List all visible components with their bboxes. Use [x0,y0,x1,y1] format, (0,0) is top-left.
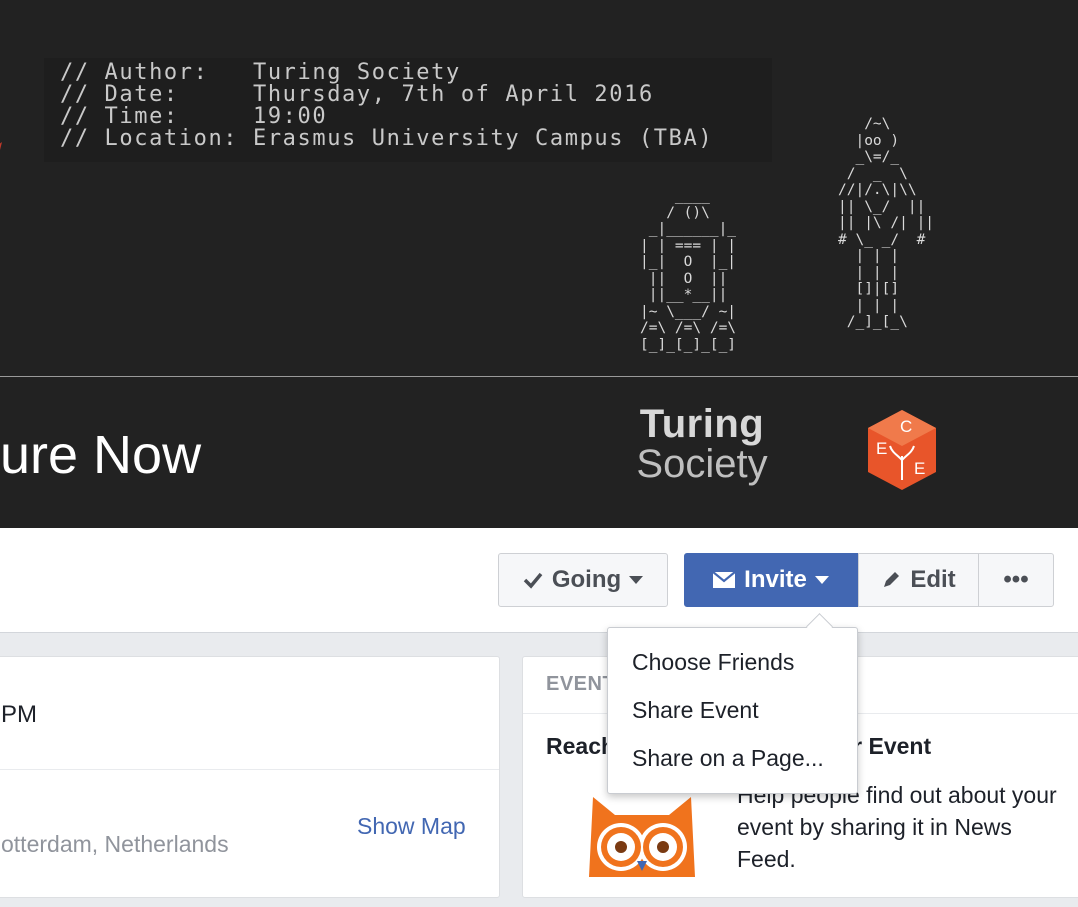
show-map-link[interactable]: Show Map [357,813,466,840]
more-label: ••• [1003,566,1029,593]
chevron-down-icon [629,576,644,584]
going-button[interactable]: Going [498,553,668,607]
cee-letter: C [900,417,912,436]
promo-heading-left: Reach [546,733,616,759]
going-label: Going [551,566,622,593]
chevron-down-icon [814,576,829,584]
event-location-text: otterdam, Netherlands [1,831,229,857]
logo-line-2: Society [636,442,768,486]
cover-code-block: // Author: Turing Society // Date: Thurs… [44,58,772,162]
event-cover-photo: // Author: Turing Society // Date: Thurs… [0,0,1078,528]
event-time-text: PM [1,701,37,728]
promo-card-header: EVENT [546,673,616,695]
edit-label: Edit [910,566,956,593]
invite-dropdown-menu: Choose Friends Share Event Share on a Pa… [607,613,858,794]
code-line: // Location: Erasmus University Campus (… [60,126,714,151]
edit-button[interactable]: Edit [858,553,979,607]
menu-item-choose-friends[interactable]: Choose Friends [608,648,857,696]
event-details-card: PM otterdam, Netherlands Show Map [0,656,500,898]
cee-logo: C E E [868,410,936,490]
owl-illustration-icon [589,797,695,877]
r2d2-ascii-art: ____ / ()\ _|______|_ | | === | | |_| O … [640,188,737,353]
check-icon [523,571,543,589]
logo-line-1: Turing [639,402,765,446]
red-mark-icon [0,142,2,150]
envelope-icon [713,572,736,588]
invite-button[interactable]: Invite [684,553,858,607]
pencil-icon [881,570,901,590]
menu-item-share-event[interactable]: Share Event [608,696,857,744]
turing-society-logo: Turing Society [632,404,772,484]
cee-letter: E [876,439,887,458]
invite-menu-list: Choose Friends Share Event Share on a Pa… [608,628,857,792]
cover-divider [0,376,1078,377]
more-options-button[interactable]: ••• [978,553,1054,607]
invite-label: Invite [744,566,807,593]
cover-title: ure Now [0,425,202,485]
cee-letter: E [914,459,925,478]
divider [0,769,499,770]
menu-item-share-on-page[interactable]: Share on a Page... [608,744,857,792]
c3po-ascii-art: /~\ |oo ) _\=/_ / _ \ //|/.\|\\ || \_/ |… [838,116,935,330]
